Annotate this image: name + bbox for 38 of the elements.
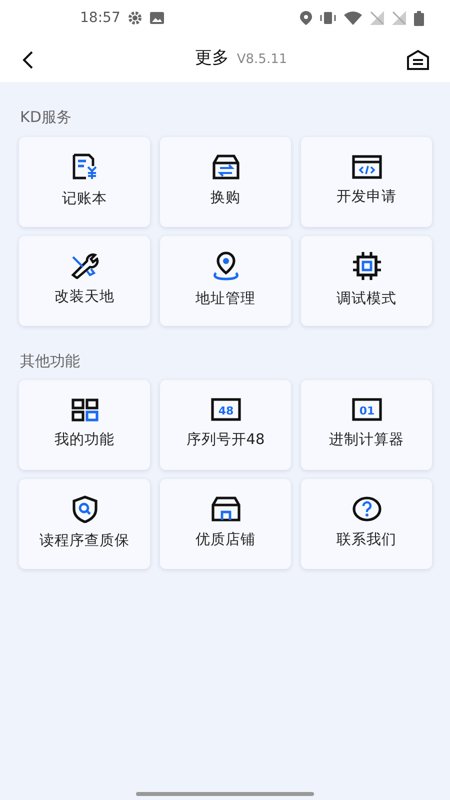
- feature-tile[interactable]: 优质店铺: [160, 479, 291, 569]
- vibrate-icon: [320, 11, 336, 25]
- page-title: 更多: [194, 47, 229, 70]
- number-display-icon: 01: [352, 398, 382, 422]
- help-icon: [352, 496, 382, 522]
- number-display-icon: 48: [210, 398, 240, 422]
- feature-tile[interactable]: 我的功能: [19, 380, 150, 470]
- map-pin-icon: [210, 250, 240, 281]
- no-sim-icon: [392, 11, 406, 25]
- clock: 18:57: [80, 8, 120, 28]
- wifi-icon: [344, 11, 362, 25]
- wrench-icon: [70, 252, 100, 279]
- location-icon: [300, 11, 312, 25]
- chip-icon: [352, 250, 382, 281]
- shield-search-icon: [72, 495, 98, 524]
- store-icon: [210, 496, 240, 522]
- home-icon: [406, 48, 430, 71]
- section-title: KD服务: [20, 108, 72, 126]
- feature-tile[interactable]: 换购: [160, 136, 291, 226]
- feature-tile[interactable]: 记账本: [19, 136, 150, 226]
- feature-tile[interactable]: 地址管理: [160, 236, 291, 326]
- version-label: V8.5.11: [236, 51, 288, 70]
- settings-icon: [128, 11, 142, 25]
- feature-tile[interactable]: 改装天地: [19, 236, 150, 326]
- grid-icon: [70, 398, 98, 422]
- feature-tile[interactable]: 48 序列号开48: [160, 380, 291, 470]
- no-sim-icon: [370, 11, 384, 25]
- feature-tile[interactable]: 调试模式: [301, 236, 432, 326]
- code-window-icon: [352, 154, 382, 179]
- feature-tile[interactable]: 01 进制计算器: [301, 380, 432, 470]
- section-title: 其他功能: [20, 352, 80, 370]
- image-icon: [150, 12, 164, 24]
- feature-tile[interactable]: 联系我们: [301, 479, 432, 569]
- battery-icon: [414, 10, 424, 26]
- feature-tile[interactable]: 开发申请: [301, 136, 432, 226]
- ledger-icon: [70, 152, 98, 181]
- box-icon: [212, 154, 240, 180]
- feature-tile[interactable]: 读程序查质保: [19, 479, 150, 569]
